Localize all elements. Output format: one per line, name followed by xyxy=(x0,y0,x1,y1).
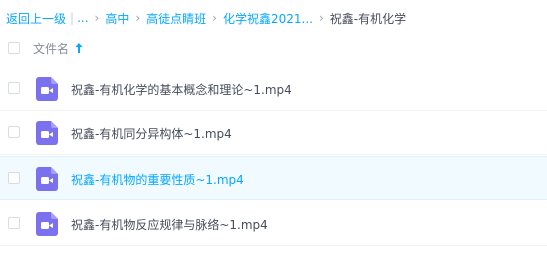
file-checkbox[interactable] xyxy=(8,217,20,229)
file-checkbox[interactable] xyxy=(8,82,20,94)
file-name[interactable]: 祝鑫-有机化学的基本概念和理论~1.mp4 xyxy=(71,81,292,98)
breadcrumb-current: 祝鑫-有机化学 xyxy=(329,11,407,26)
file-row-hovered[interactable]: 祝鑫-有机物的重要性质~1.mp4 xyxy=(0,156,547,200)
breadcrumb-separator-icon: › xyxy=(318,11,324,25)
file-checkbox[interactable] xyxy=(8,126,20,138)
video-file-icon xyxy=(36,77,58,101)
file-checkbox[interactable] xyxy=(8,172,20,184)
video-file-icon xyxy=(36,167,58,191)
select-all-checkbox[interactable] xyxy=(8,42,20,54)
file-name[interactable]: 祝鑫-有机物反应规律与脉络~1.mp4 xyxy=(71,216,268,233)
file-row[interactable]: 祝鑫-有机同分异构体~1.mp4 xyxy=(0,111,547,155)
filename-column-header[interactable]: 文件名 xyxy=(33,40,69,57)
file-row[interactable]: 祝鑫-有机物反应规律与脉络~1.mp4 xyxy=(0,202,547,246)
video-file-icon xyxy=(36,212,58,236)
breadcrumb-item[interactable]: 高中 xyxy=(105,10,129,27)
file-name[interactable]: 祝鑫-有机同分异构体~1.mp4 xyxy=(71,125,232,142)
sort-ascending-icon[interactable] xyxy=(74,42,84,54)
file-list-header: 文件名 xyxy=(0,36,547,60)
breadcrumb: 返回上一级 | ... › 高中 › 高徒点睛班 › 化学祝鑫2021... ›… xyxy=(6,9,406,27)
back-link[interactable]: 返回上一级 xyxy=(6,10,66,27)
breadcrumb-divider: | xyxy=(70,11,75,25)
breadcrumb-item[interactable]: 高徒点睛班 xyxy=(146,10,206,27)
file-row[interactable]: 祝鑫-有机化学的基本概念和理论~1.mp4 xyxy=(0,67,547,111)
breadcrumb-separator-icon: › xyxy=(94,11,100,25)
breadcrumb-separator-icon: › xyxy=(135,11,141,25)
breadcrumb-ellipsis[interactable]: ... xyxy=(77,11,88,25)
video-file-icon xyxy=(36,121,58,145)
file-name[interactable]: 祝鑫-有机物的重要性质~1.mp4 xyxy=(71,171,244,188)
file-browser: 返回上一级 | ... › 高中 › 高徒点睛班 › 化学祝鑫2021... ›… xyxy=(0,0,547,257)
breadcrumb-item[interactable]: 化学祝鑫2021... xyxy=(223,10,313,27)
breadcrumb-separator-icon: › xyxy=(212,11,217,25)
